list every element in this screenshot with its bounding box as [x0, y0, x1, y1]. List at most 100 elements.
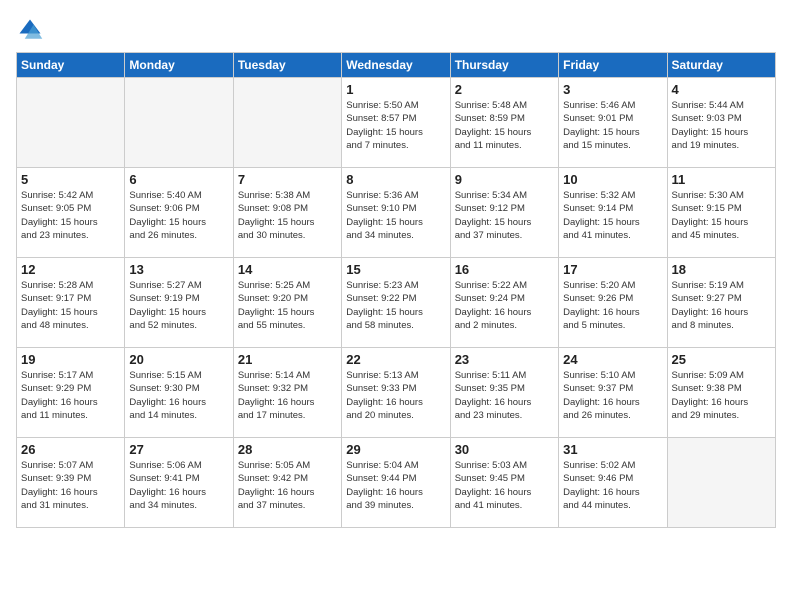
- day-number: 5: [21, 172, 120, 187]
- calendar-day-cell: 4 Sunrise: 5:44 AM Sunset: 9:03 PM Daylig…: [667, 78, 775, 168]
- calendar-day-cell: 27 Sunrise: 5:06 AM Sunset: 9:41 PM Dayli…: [125, 438, 233, 528]
- day-info: Sunrise: 5:04 AM Sunset: 9:44 PM Dayligh…: [346, 459, 445, 512]
- day-info: Sunrise: 5:40 AM Sunset: 9:06 PM Dayligh…: [129, 189, 228, 242]
- day-number: 7: [238, 172, 337, 187]
- day-number: 13: [129, 262, 228, 277]
- day-info: Sunrise: 5:30 AM Sunset: 9:15 PM Dayligh…: [672, 189, 771, 242]
- day-number: 3: [563, 82, 662, 97]
- day-number: 25: [672, 352, 771, 367]
- day-number: 1: [346, 82, 445, 97]
- calendar-day-cell: [233, 78, 341, 168]
- calendar-day-cell: 16Sunrise: 5:22 AM Sunset: 9:24 PM Dayli…: [450, 258, 558, 348]
- calendar-day-cell: 23 Sunrise: 5:11 AM Sunset: 9:35 PM Dayli…: [450, 348, 558, 438]
- day-info: Sunrise: 5:06 AM Sunset: 9:41 PM Dayligh…: [129, 459, 228, 512]
- day-info: Sunrise: 5:17 AM Sunset: 9:29 PM Dayligh…: [21, 369, 120, 422]
- calendar-week-row: 12Sunrise: 5:28 AM Sunset: 9:17 PM Dayli…: [17, 258, 776, 348]
- day-info: Sunrise: 5:42 AM Sunset: 9:05 PM Dayligh…: [21, 189, 120, 242]
- calendar-day-cell: 14 Sunrise: 5:25 AM Sunset: 9:20 PM Dayli…: [233, 258, 341, 348]
- day-number: 8: [346, 172, 445, 187]
- weekday-header: Friday: [559, 53, 667, 78]
- day-info: Sunrise: 5:11 AM Sunset: 9:35 PM Dayligh…: [455, 369, 554, 422]
- day-number: 22: [346, 352, 445, 367]
- day-number: 29: [346, 442, 445, 457]
- day-info: Sunrise: 5:13 AM Sunset: 9:33 PM Dayligh…: [346, 369, 445, 422]
- day-number: 11: [672, 172, 771, 187]
- day-info: Sunrise: 5:14 AM Sunset: 9:32 PM Dayligh…: [238, 369, 337, 422]
- weekday-header: Tuesday: [233, 53, 341, 78]
- logo-icon: [16, 16, 44, 44]
- weekday-header: Monday: [125, 53, 233, 78]
- calendar-day-cell: 9 Sunrise: 5:34 AM Sunset: 9:12 PM Daylig…: [450, 168, 558, 258]
- weekday-header: Wednesday: [342, 53, 450, 78]
- day-info: Sunrise: 5:09 AM Sunset: 9:38 PM Dayligh…: [672, 369, 771, 422]
- day-info: Sunrise: 5:15 AM Sunset: 9:30 PM Dayligh…: [129, 369, 228, 422]
- calendar-day-cell: [17, 78, 125, 168]
- calendar-day-cell: [125, 78, 233, 168]
- day-number: 26: [21, 442, 120, 457]
- calendar-day-cell: 28Sunrise: 5:05 AM Sunset: 9:42 PM Dayli…: [233, 438, 341, 528]
- day-number: 4: [672, 82, 771, 97]
- calendar-day-cell: 29 Sunrise: 5:04 AM Sunset: 9:44 PM Dayli…: [342, 438, 450, 528]
- calendar-day-cell: 2 Sunrise: 5:48 AM Sunset: 8:59 PM Daylig…: [450, 78, 558, 168]
- day-info: Sunrise: 5:10 AM Sunset: 9:37 PM Dayligh…: [563, 369, 662, 422]
- day-info: Sunrise: 5:03 AM Sunset: 9:45 PM Dayligh…: [455, 459, 554, 512]
- calendar-day-cell: 31 Sunrise: 5:02 AM Sunset: 9:46 PM Dayli…: [559, 438, 667, 528]
- day-info: Sunrise: 5:19 AM Sunset: 9:27 PM Dayligh…: [672, 279, 771, 332]
- day-info: Sunrise: 5:32 AM Sunset: 9:14 PM Dayligh…: [563, 189, 662, 242]
- day-number: 31: [563, 442, 662, 457]
- day-info: Sunrise: 5:23 AM Sunset: 9:22 PM Dayligh…: [346, 279, 445, 332]
- day-number: 27: [129, 442, 228, 457]
- calendar-week-row: 26 Sunrise: 5:07 AM Sunset: 9:39 PM Dayli…: [17, 438, 776, 528]
- calendar-day-cell: 7Sunrise: 5:38 AM Sunset: 9:08 PM Daylig…: [233, 168, 341, 258]
- calendar-day-cell: 5 Sunrise: 5:42 AM Sunset: 9:05 PM Daylig…: [17, 168, 125, 258]
- calendar-day-cell: 30 Sunrise: 5:03 AM Sunset: 9:45 PM Dayli…: [450, 438, 558, 528]
- calendar-day-cell: 24Sunrise: 5:10 AM Sunset: 9:37 PM Dayli…: [559, 348, 667, 438]
- calendar-day-cell: 10Sunrise: 5:32 AM Sunset: 9:14 PM Dayli…: [559, 168, 667, 258]
- weekday-header: Thursday: [450, 53, 558, 78]
- calendar-day-cell: 13Sunrise: 5:27 AM Sunset: 9:19 PM Dayli…: [125, 258, 233, 348]
- calendar-day-cell: 15Sunrise: 5:23 AM Sunset: 9:22 PM Dayli…: [342, 258, 450, 348]
- calendar-day-cell: 20 Sunrise: 5:15 AM Sunset: 9:30 PM Dayli…: [125, 348, 233, 438]
- calendar-day-cell: 22 Sunrise: 5:13 AM Sunset: 9:33 PM Dayli…: [342, 348, 450, 438]
- calendar-week-row: 5 Sunrise: 5:42 AM Sunset: 9:05 PM Daylig…: [17, 168, 776, 258]
- calendar-day-cell: 3 Sunrise: 5:46 AM Sunset: 9:01 PM Daylig…: [559, 78, 667, 168]
- day-info: Sunrise: 5:25 AM Sunset: 9:20 PM Dayligh…: [238, 279, 337, 332]
- calendar-day-cell: 18 Sunrise: 5:19 AM Sunset: 9:27 PM Dayli…: [667, 258, 775, 348]
- calendar-week-row: 1Sunrise: 5:50 AM Sunset: 8:57 PM Daylig…: [17, 78, 776, 168]
- day-number: 2: [455, 82, 554, 97]
- day-number: 14: [238, 262, 337, 277]
- calendar-day-cell: 6 Sunrise: 5:40 AM Sunset: 9:06 PM Daylig…: [125, 168, 233, 258]
- calendar-body: 1Sunrise: 5:50 AM Sunset: 8:57 PM Daylig…: [17, 78, 776, 528]
- weekday-header: Sunday: [17, 53, 125, 78]
- day-info: Sunrise: 5:46 AM Sunset: 9:01 PM Dayligh…: [563, 99, 662, 152]
- day-info: Sunrise: 5:48 AM Sunset: 8:59 PM Dayligh…: [455, 99, 554, 152]
- day-info: Sunrise: 5:34 AM Sunset: 9:12 PM Dayligh…: [455, 189, 554, 242]
- day-number: 18: [672, 262, 771, 277]
- day-number: 23: [455, 352, 554, 367]
- day-number: 17: [563, 262, 662, 277]
- weekday-header: Saturday: [667, 53, 775, 78]
- calendar-header: SundayMondayTuesdayWednesdayThursdayFrid…: [17, 53, 776, 78]
- day-info: Sunrise: 5:02 AM Sunset: 9:46 PM Dayligh…: [563, 459, 662, 512]
- day-info: Sunrise: 5:07 AM Sunset: 9:39 PM Dayligh…: [21, 459, 120, 512]
- logo: [16, 16, 48, 44]
- day-info: Sunrise: 5:20 AM Sunset: 9:26 PM Dayligh…: [563, 279, 662, 332]
- day-number: 12: [21, 262, 120, 277]
- calendar-day-cell: 12Sunrise: 5:28 AM Sunset: 9:17 PM Dayli…: [17, 258, 125, 348]
- day-number: 30: [455, 442, 554, 457]
- calendar-day-cell: 1Sunrise: 5:50 AM Sunset: 8:57 PM Daylig…: [342, 78, 450, 168]
- calendar-table: SundayMondayTuesdayWednesdayThursdayFrid…: [16, 52, 776, 528]
- day-number: 9: [455, 172, 554, 187]
- page-header: [16, 16, 776, 44]
- calendar-day-cell: 11 Sunrise: 5:30 AM Sunset: 9:15 PM Dayli…: [667, 168, 775, 258]
- calendar-week-row: 19 Sunrise: 5:17 AM Sunset: 9:29 PM Dayli…: [17, 348, 776, 438]
- calendar-day-cell: 25 Sunrise: 5:09 AM Sunset: 9:38 PM Dayli…: [667, 348, 775, 438]
- calendar-day-cell: 19 Sunrise: 5:17 AM Sunset: 9:29 PM Dayli…: [17, 348, 125, 438]
- day-number: 28: [238, 442, 337, 457]
- calendar-day-cell: [667, 438, 775, 528]
- day-number: 6: [129, 172, 228, 187]
- day-number: 19: [21, 352, 120, 367]
- day-info: Sunrise: 5:44 AM Sunset: 9:03 PM Dayligh…: [672, 99, 771, 152]
- day-number: 16: [455, 262, 554, 277]
- day-number: 20: [129, 352, 228, 367]
